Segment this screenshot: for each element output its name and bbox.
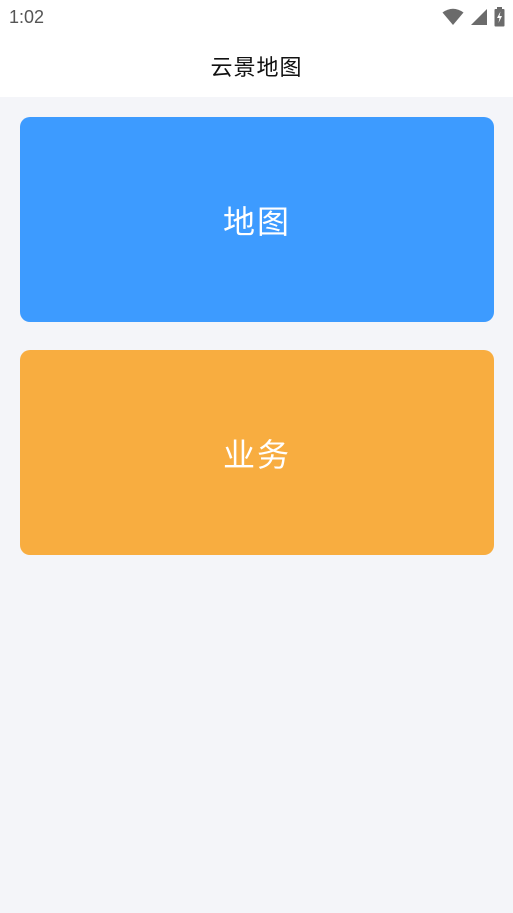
map-card-label: 地图: [222, 202, 291, 241]
business-card-button[interactable]: 业务: [20, 350, 494, 555]
signal-icon: [470, 8, 488, 26]
status-bar: 1:02: [0, 0, 513, 34]
business-card-label: 业务: [222, 435, 291, 474]
status-icons: [442, 7, 505, 27]
map-card-button[interactable]: 地图: [20, 117, 494, 322]
wifi-icon: [442, 8, 464, 26]
battery-charging-icon: [494, 7, 505, 27]
status-time: 1:02: [9, 7, 45, 27]
app-header: 云景地图: [0, 34, 513, 97]
page-title: 云景地图: [210, 55, 303, 81]
